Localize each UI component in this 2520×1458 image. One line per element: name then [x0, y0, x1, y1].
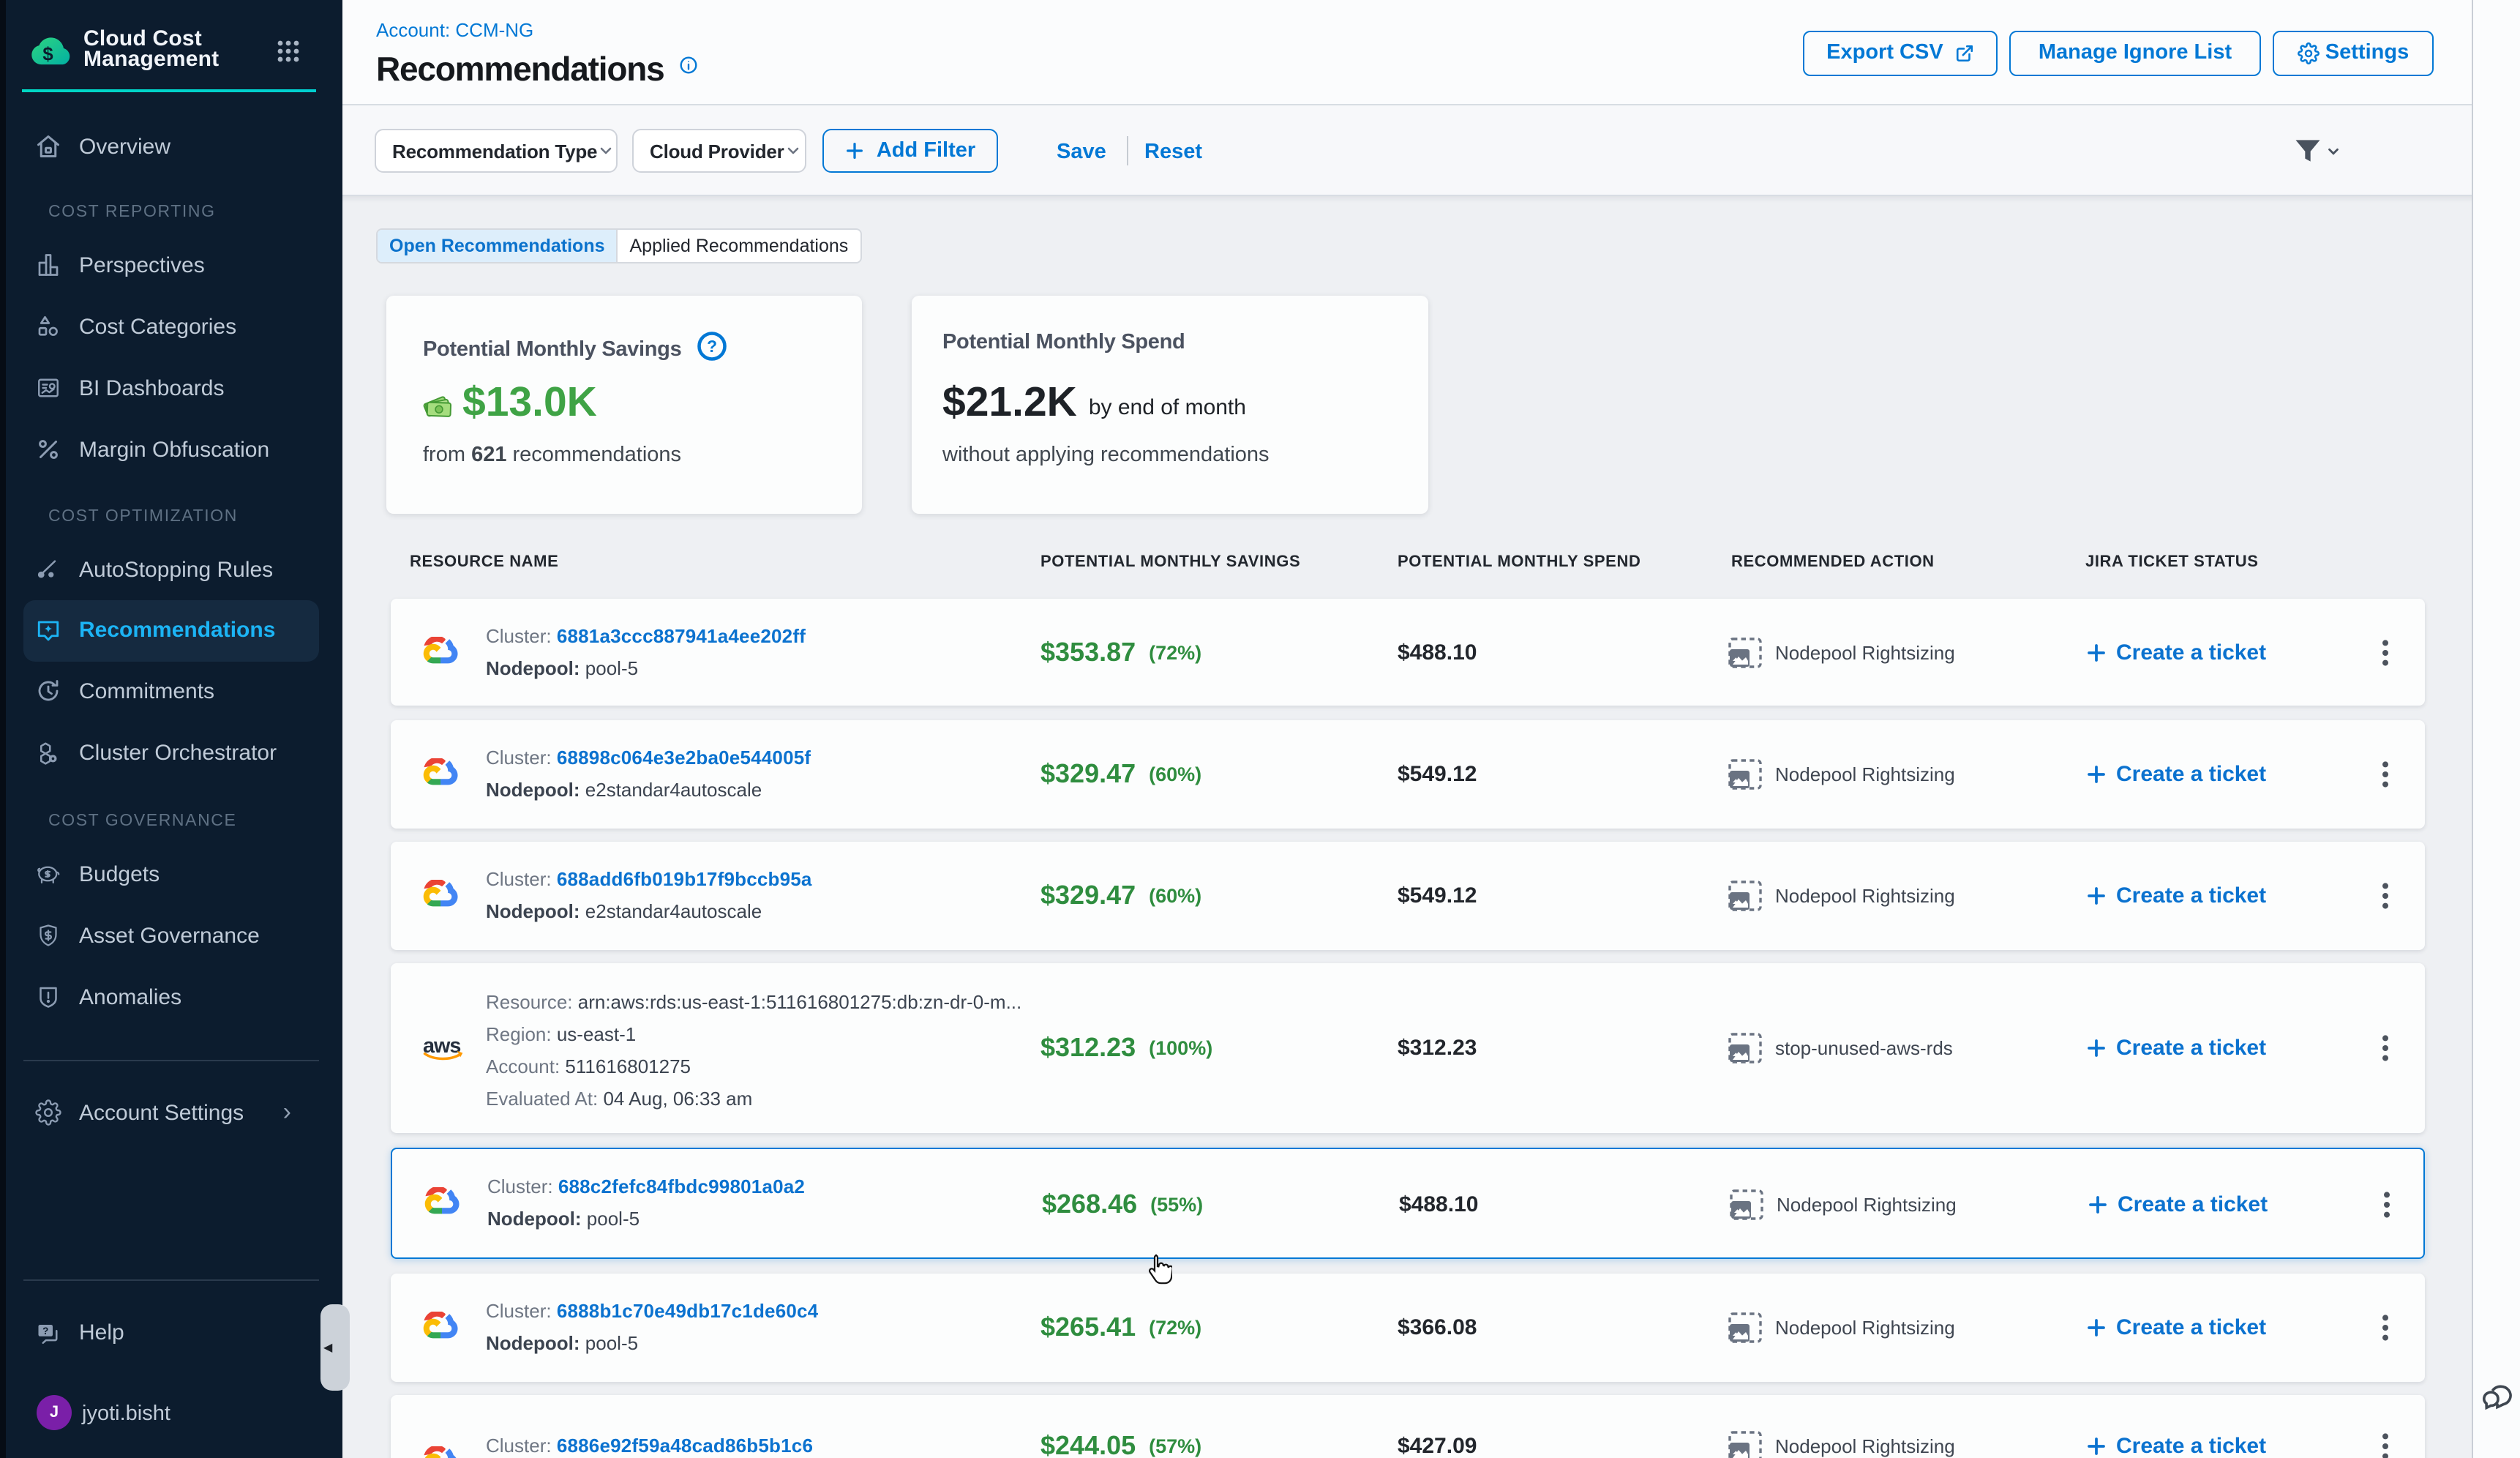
- svg-text:aws: aws: [423, 1035, 460, 1058]
- svg-text:$: $: [42, 45, 53, 65]
- svg-text:?: ?: [42, 1325, 48, 1336]
- svg-text:?: ?: [706, 337, 716, 356]
